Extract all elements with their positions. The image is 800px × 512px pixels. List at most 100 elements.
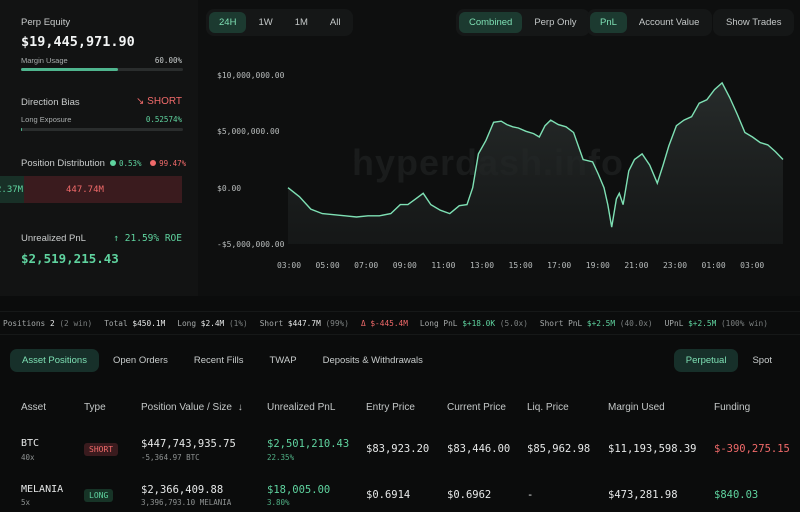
stat-positions-sub: (2 win) xyxy=(59,318,93,328)
upnl-pct: 22.35% xyxy=(267,453,295,462)
asset-leverage: 40x xyxy=(21,453,35,462)
x-tick-label: 03:00 xyxy=(276,261,302,270)
margin-used: $11,193,598.39 xyxy=(608,443,697,455)
position-size: 3,396,793.10 MELANIA xyxy=(141,498,232,507)
long-exposure-value: 0.52574% xyxy=(145,115,182,124)
long-dot-icon xyxy=(110,160,116,166)
stat-long-pnl-value: $+18.0K xyxy=(462,318,496,328)
stat-long-label: Long xyxy=(177,318,197,328)
long-exposure-label: Long Exposure xyxy=(21,115,72,124)
pnl-chart[interactable] xyxy=(198,0,800,296)
current-price: $0.6962 xyxy=(447,489,492,501)
x-tick-label: 03:00 xyxy=(740,261,765,270)
x-tick-label: 17:00 xyxy=(547,261,572,270)
col-header-upnl[interactable]: Unrealized PnL xyxy=(267,402,335,413)
direction-bias-value: SHORT xyxy=(147,96,182,107)
stat-short-pnl-value: $+2.5M xyxy=(586,318,616,328)
x-tick-label: 21:00 xyxy=(624,261,649,270)
x-tick-label: 01:00 xyxy=(701,261,726,270)
roe-value: 21.59% ROE xyxy=(124,233,182,244)
stat-upnl-sub: (100% win) xyxy=(720,318,768,328)
stat-upnl: UPnL $+2.5M (100% win) xyxy=(665,319,768,328)
stat-short-pnl-label: Short PnL xyxy=(539,318,583,328)
distribution-legend: 0.53% 99.47% xyxy=(110,159,186,168)
dist-short-pct: 99.47% xyxy=(159,159,187,168)
position-distribution-label: Position Distribution xyxy=(21,158,105,169)
current-price: $83,446.00 xyxy=(447,443,511,455)
stat-long-sub: (1%) xyxy=(228,318,248,328)
stat-short-value: $447.7M xyxy=(287,318,321,328)
entry-price: $83,923.20 xyxy=(366,443,430,455)
stat-long-value: $2.4M xyxy=(200,318,225,328)
stat-long-pnl-label: Long PnL xyxy=(419,318,458,328)
margin-usage-bar xyxy=(21,68,183,71)
stat-positions-label: Positions xyxy=(3,318,46,328)
x-tick-label: 23:00 xyxy=(662,261,688,270)
toggle-spot[interactable]: Spot xyxy=(740,349,784,372)
x-tick-label: 15:00 xyxy=(508,261,533,270)
asset-leverage: 5x xyxy=(21,498,31,507)
tab-open-orders[interactable]: Open Orders xyxy=(101,349,180,372)
direction-bias-indicator: ↘ SHORT xyxy=(136,96,182,107)
dist-long-pct: 0.53% xyxy=(119,159,142,168)
perp-equity-value: $19,445,971.90 xyxy=(21,34,135,50)
position-distribution-bar: 2.37M 447.74M xyxy=(0,176,182,203)
delta-icon: Δ xyxy=(360,318,366,328)
margin-used: $473,281.98 xyxy=(608,489,678,501)
tab-asset-positions[interactable]: Asset Positions xyxy=(10,349,99,372)
unrealized-pnl-roe: ↑ 21.59% ROE xyxy=(113,233,182,244)
stat-short-label: Short xyxy=(259,318,284,328)
col-header-entry[interactable]: Entry Price xyxy=(366,402,415,413)
tab-twap[interactable]: TWAP xyxy=(258,349,309,372)
liq-price: $85,962.98 xyxy=(527,443,591,455)
col-header-position[interactable]: Position Value / Size ↓ xyxy=(141,402,243,413)
stat-upnl-label: UPnL xyxy=(664,318,684,328)
col-header-type[interactable]: Type xyxy=(84,402,106,413)
account-summary-panel: Perp Equity $19,445,971.90 Margin Usage … xyxy=(0,0,198,296)
stat-upnl-value: $+2.5M xyxy=(688,318,717,328)
col-header-liq[interactable]: Liq. Price xyxy=(527,402,569,413)
liq-price: - xyxy=(527,489,534,501)
upnl-pct: 3.80% xyxy=(267,498,290,507)
x-tick-label: 13:00 xyxy=(469,261,495,270)
position-size: -5,364.97 BTC xyxy=(141,453,200,462)
unrealized-pnl-label: Unrealized PnL xyxy=(21,233,86,244)
positions-stats-strip: Positions 2 (2 win) Total $450.1M Long $… xyxy=(0,311,800,335)
col-header-funding[interactable]: Funding xyxy=(714,402,750,413)
asset-name: MELANIA xyxy=(21,484,64,495)
funding-value: $-390,275.15 xyxy=(714,443,790,455)
pnl-chart-panel: 24H 1W 1M All Combined Perp Only PnL Acc… xyxy=(198,0,800,296)
stat-total: Total $450.1M xyxy=(104,319,165,328)
stat-total-value: $450.1M xyxy=(132,318,166,328)
col-header-current[interactable]: Current Price xyxy=(447,402,506,413)
perp-equity-label: Perp Equity xyxy=(21,17,71,28)
positions-tabs: Asset Positions Open Orders Recent Fills… xyxy=(10,349,435,372)
x-tick-label: 07:00 xyxy=(354,261,379,270)
col-header-position-label: Position Value / Size xyxy=(141,402,232,413)
stat-positions-value: 2 xyxy=(49,318,55,328)
upnl-value: $2,501,210.43 xyxy=(267,438,350,450)
stat-delta: Δ $-445.4M xyxy=(361,319,408,328)
stat-long-pnl: Long PnL $+18.0K (5.0x) xyxy=(420,319,528,328)
entry-price: $0.6914 xyxy=(366,489,411,501)
dist-long-segment: 2.37M xyxy=(0,176,24,203)
stat-short-pnl-sub: (40.0x) xyxy=(619,318,653,328)
stat-total-label: Total xyxy=(104,318,128,328)
dist-short-segment: 447.74M xyxy=(24,176,182,203)
col-header-asset[interactable]: Asset xyxy=(21,402,46,413)
col-header-margin[interactable]: Margin Used xyxy=(608,402,665,413)
tab-deposits-withdrawals[interactable]: Deposits & Withdrawals xyxy=(311,349,435,372)
position-value: $447,743,935.75 xyxy=(141,438,236,450)
toggle-perpetual[interactable]: Perpetual xyxy=(673,349,739,372)
stat-short: Short $447.7M (99%) xyxy=(260,319,349,328)
long-exposure-bar-fill xyxy=(21,128,22,131)
position-type-badge: SHORT xyxy=(84,443,119,456)
x-tick-label: 05:00 xyxy=(315,261,340,270)
unrealized-pnl-value: $2,519,215.43 xyxy=(21,251,119,266)
stat-long: Long $2.4M (1%) xyxy=(177,319,247,328)
upnl-value: $18,005.00 xyxy=(267,484,331,496)
x-tick-label: 19:00 xyxy=(585,261,610,270)
tab-recent-fills[interactable]: Recent Fills xyxy=(182,349,256,372)
stat-short-sub: (99%) xyxy=(325,318,349,328)
market-toggle: Perpetual Spot xyxy=(673,349,784,372)
